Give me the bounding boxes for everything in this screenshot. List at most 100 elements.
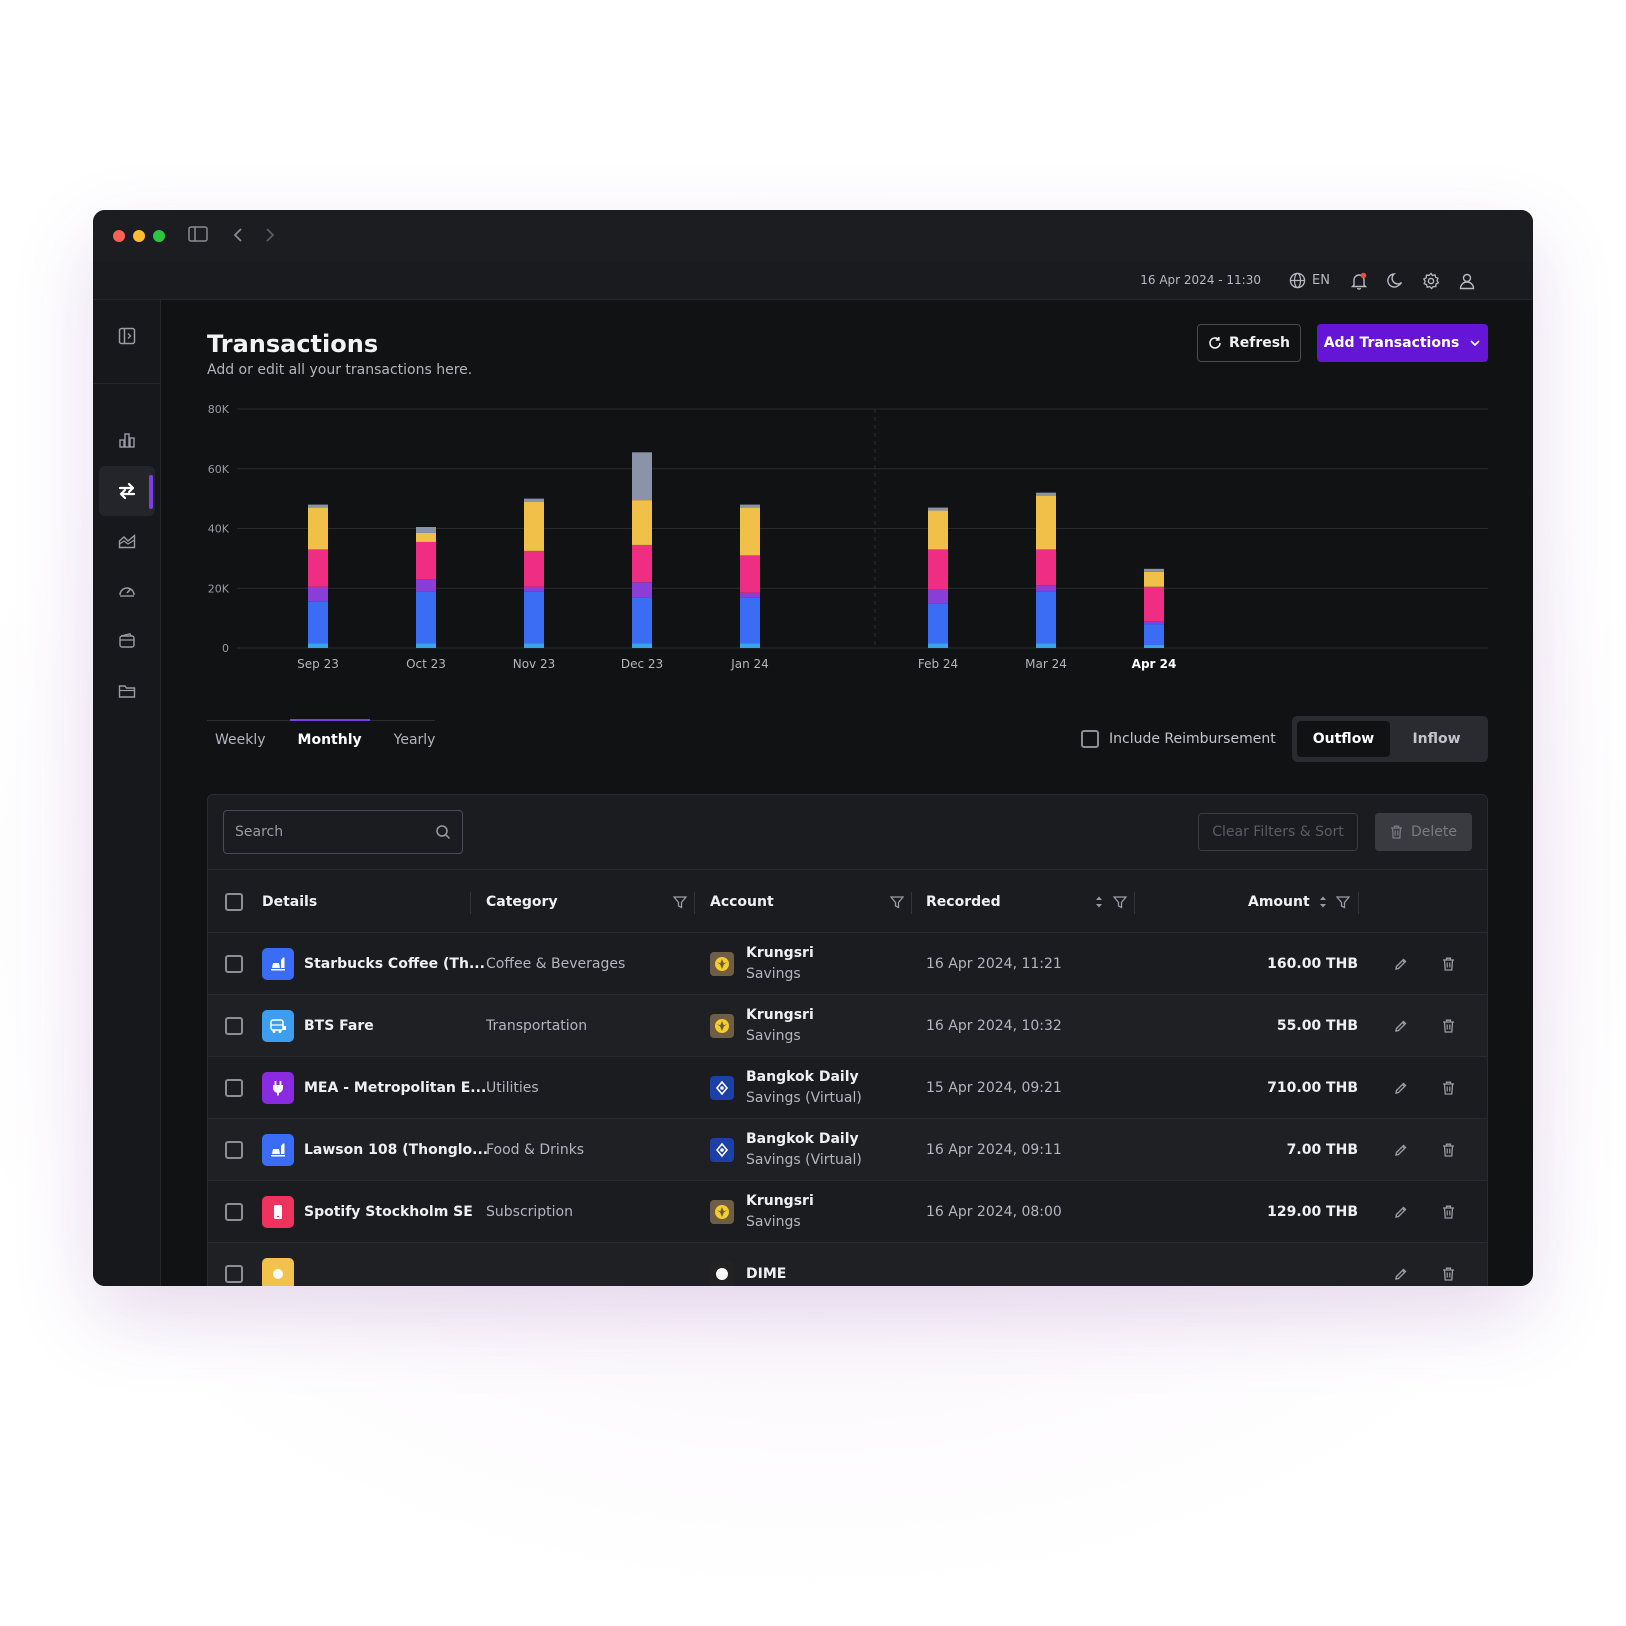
column-category[interactable]: Category: [486, 870, 558, 934]
outflow-button[interactable]: Outflow: [1297, 721, 1390, 757]
row-account: Bangkok Daily Savings (Virtual): [710, 1119, 862, 1181]
bar-segment: [1036, 643, 1056, 648]
sidebar-collapse-icon[interactable]: [99, 311, 155, 361]
bar-segment: [928, 549, 948, 590]
table-row[interactable]: Lawson 108 (Thonglo... Food & Drinks Ban…: [208, 1119, 1487, 1181]
row-checkbox[interactable]: [225, 1141, 243, 1159]
tab-weekly[interactable]: Weekly: [207, 720, 274, 760]
dark-mode-icon[interactable]: [1386, 272, 1404, 290]
column-account[interactable]: Account: [710, 870, 774, 934]
y-tick-label: 60K: [208, 463, 230, 476]
language-selector[interactable]: EN: [1289, 272, 1330, 289]
row-checkbox-cell[interactable]: [225, 1119, 243, 1181]
sidebar-item-reports[interactable]: [99, 516, 155, 566]
edit-pencil-icon[interactable]: [1394, 1181, 1408, 1243]
bar-segment: [632, 643, 652, 648]
row-checkbox-cell[interactable]: [225, 995, 243, 1057]
recorded-sort-icon[interactable]: [1094, 870, 1104, 934]
sidebar-item-accounts[interactable]: [99, 616, 155, 666]
include-reimbursement-checkbox[interactable]: [1081, 730, 1099, 748]
amount-filter-icon[interactable]: [1336, 870, 1350, 934]
delete-trash-icon[interactable]: [1442, 933, 1455, 995]
row-checkbox-cell[interactable]: [225, 1057, 243, 1119]
clear-filters-button[interactable]: Clear Filters & Sort: [1198, 813, 1358, 851]
table-row[interactable]: DIME: [208, 1243, 1487, 1286]
edit-pencil-icon[interactable]: [1394, 1243, 1408, 1286]
column-recorded[interactable]: Recorded: [926, 870, 1001, 934]
column-amount[interactable]: Amount: [1248, 870, 1310, 934]
select-all-checkbox-cell[interactable]: [225, 870, 243, 934]
table-row[interactable]: BTS Fare Transportation Krungsri Savings…: [208, 995, 1487, 1057]
notification-bell-icon[interactable]: [1350, 272, 1368, 290]
gauge-icon: [119, 587, 135, 597]
include-reimbursement-toggle[interactable]: Include Reimbursement: [1081, 730, 1276, 748]
row-checkbox[interactable]: [225, 1203, 243, 1221]
delete-trash-icon[interactable]: [1442, 995, 1455, 1057]
settings-gear-icon[interactable]: [1422, 272, 1440, 290]
sidebar-item-folders[interactable]: [99, 666, 155, 716]
transaction-category: Utilities: [486, 1080, 539, 1096]
x-tick-label: Mar 24: [1025, 657, 1067, 671]
back-icon[interactable]: [233, 227, 243, 248]
row-checkbox-cell[interactable]: [225, 933, 243, 995]
bank-logo-icon: [710, 1014, 734, 1038]
delete-trash-icon[interactable]: [1442, 1057, 1455, 1119]
table-row[interactable]: Spotify Stockholm SE Subscription Krungs…: [208, 1181, 1487, 1243]
delete-button[interactable]: Delete: [1375, 813, 1472, 851]
row-checkbox[interactable]: [225, 1079, 243, 1097]
x-tick-label: Nov 23: [513, 657, 556, 671]
account-filter-icon[interactable]: [890, 870, 904, 934]
forward-icon[interactable]: [265, 227, 275, 248]
sidebar-item-budgets[interactable]: [99, 566, 155, 616]
row-checkbox-cell[interactable]: [225, 1243, 243, 1286]
edit-pencil-icon[interactable]: [1394, 1119, 1408, 1181]
tab-yearly[interactable]: Yearly: [386, 720, 444, 760]
recorded-filter-icon[interactable]: [1113, 870, 1127, 934]
account-type: Savings (Virtual): [746, 1152, 862, 1168]
bar-segment: [1036, 591, 1056, 644]
inflow-button[interactable]: Inflow: [1390, 721, 1483, 757]
edit-pencil-icon[interactable]: [1394, 933, 1408, 995]
delete-trash-icon[interactable]: [1442, 1181, 1455, 1243]
account-type: Savings (Virtual): [746, 1090, 862, 1106]
row-checkbox[interactable]: [225, 1265, 243, 1283]
table-row[interactable]: Starbucks Coffee (Th... Coffee & Beverag…: [208, 933, 1487, 995]
edit-pencil-icon[interactable]: [1394, 1057, 1408, 1119]
add-transactions-button[interactable]: Add Transactions: [1317, 324, 1488, 362]
bar-segment: [928, 643, 948, 648]
bar-segment: [1144, 621, 1164, 625]
category-icon: [262, 1258, 294, 1286]
bank-logo-icon: [710, 1200, 734, 1224]
account-type: Savings: [746, 1214, 801, 1230]
close-window-button[interactable]: [113, 230, 125, 242]
delete-trash-icon[interactable]: [1442, 1243, 1455, 1286]
column-details[interactable]: Details: [262, 870, 317, 934]
bar-segment: [1144, 645, 1164, 648]
minimize-window-button[interactable]: [133, 230, 145, 242]
select-all-checkbox[interactable]: [225, 893, 243, 911]
refresh-button[interactable]: Refresh: [1197, 324, 1301, 362]
category-filter-icon[interactable]: [673, 870, 687, 934]
bar-segment: [1144, 624, 1164, 646]
amount-sort-icon[interactable]: [1318, 870, 1328, 934]
user-profile-icon[interactable]: [1458, 272, 1476, 290]
transaction-category: Transportation: [486, 1018, 588, 1034]
row-checkbox[interactable]: [225, 955, 243, 973]
search-input[interactable]: Search: [223, 810, 463, 854]
table-row[interactable]: MEA - Metropolitan E... Utilities Bangko…: [208, 1057, 1487, 1119]
bar-segment: [1036, 549, 1056, 586]
edit-pencil-icon[interactable]: [1394, 995, 1408, 1057]
page-title: Transactions: [207, 330, 379, 358]
sidebar-item-transactions[interactable]: [99, 466, 155, 516]
bar-segment: [308, 504, 328, 508]
sidebar-toggle-icon[interactable]: [188, 226, 208, 247]
spending-chart: 0 20K 40K 60K 80K Sep 23 Oct 23 Nov 23 Dec 23 Jan…: [161, 400, 1533, 700]
bar-segment: [740, 597, 760, 644]
sidebar-item-overview[interactable]: [99, 415, 155, 465]
tab-monthly[interactable]: Monthly: [289, 719, 370, 760]
maximize-window-button[interactable]: [153, 230, 165, 242]
delete-trash-icon[interactable]: [1442, 1119, 1455, 1181]
transaction-recorded: 15 Apr 2024, 09:21: [926, 1080, 1062, 1096]
row-checkbox[interactable]: [225, 1017, 243, 1035]
row-checkbox-cell[interactable]: [225, 1181, 243, 1243]
